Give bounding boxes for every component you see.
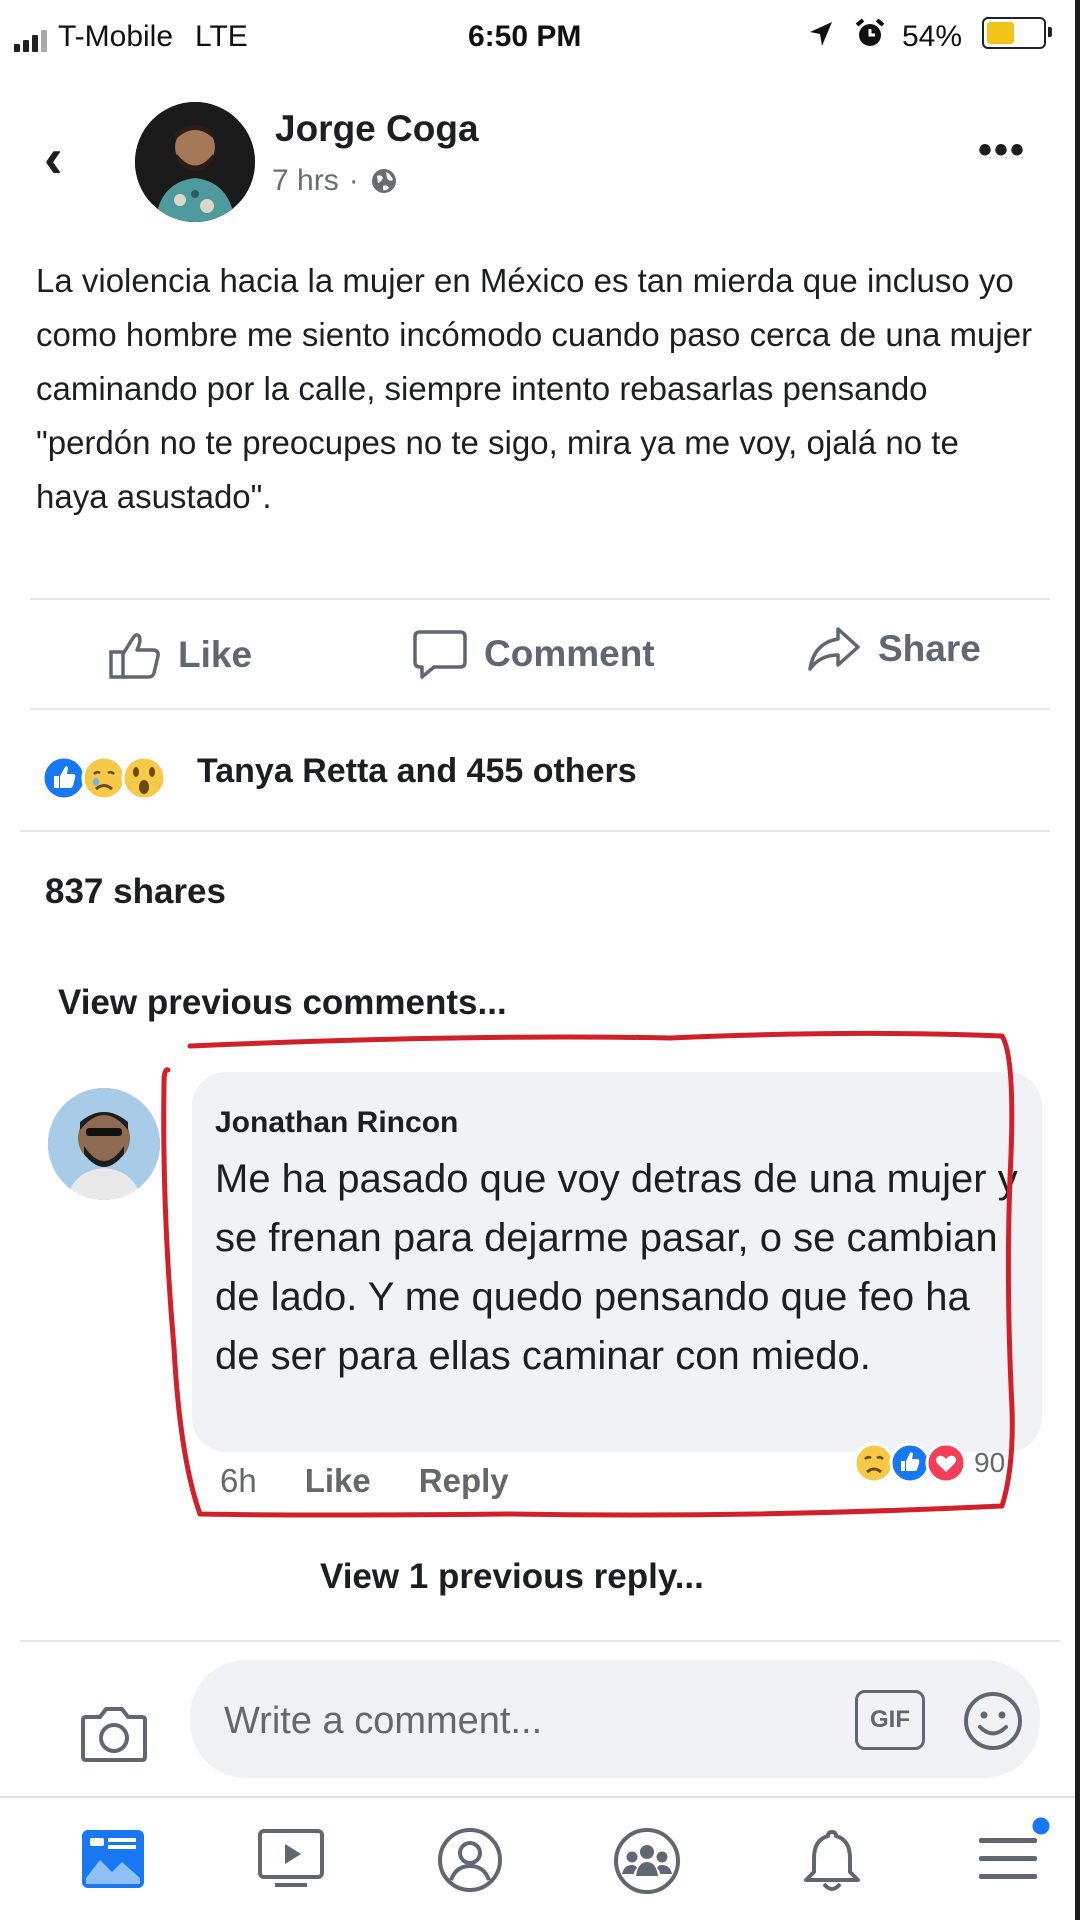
comment-input-placeholder[interactable]: Write a comment... xyxy=(224,1700,542,1743)
menu-icon[interactable] xyxy=(975,1812,1053,1892)
notifications-icon[interactable] xyxy=(800,1826,864,1896)
post-author-name[interactable]: Jorge Coga xyxy=(275,108,479,150)
divider xyxy=(20,830,1050,832)
share-button[interactable]: Share xyxy=(806,625,981,673)
battery-level xyxy=(987,22,1014,44)
reactions-summary[interactable] xyxy=(40,754,190,802)
divider xyxy=(30,598,1050,600)
sad-reaction-icon xyxy=(81,755,127,801)
view-previous-reply-link[interactable]: View 1 previous reply... xyxy=(320,1557,704,1597)
alarm-icon xyxy=(855,18,885,46)
battery-percent: 54% xyxy=(902,20,963,53)
like-reaction-icon xyxy=(41,755,87,801)
reaction-icons xyxy=(41,755,167,801)
profile-icon[interactable] xyxy=(436,1826,504,1894)
back-button[interactable]: ‹ xyxy=(44,130,63,186)
notification-dot xyxy=(1029,1814,1053,1838)
view-previous-comments-link[interactable]: View previous comments... xyxy=(58,983,507,1023)
bottom-tab-bar xyxy=(0,1796,1075,1920)
location-arrow-icon xyxy=(810,22,832,46)
more-options-icon[interactable]: ••• xyxy=(978,128,1026,173)
post-time: 7 hrs xyxy=(272,164,339,197)
battery-icon xyxy=(982,17,1052,49)
shares-count[interactable]: 837 shares xyxy=(45,872,226,912)
watch-icon[interactable] xyxy=(255,1826,327,1890)
carrier-label: T-Mobile xyxy=(58,20,174,53)
news-feed-icon[interactable] xyxy=(80,1826,146,1890)
gif-button[interactable]: GIF xyxy=(855,1690,925,1750)
comment-label: Comment xyxy=(484,633,655,674)
post-body-text: La violencia hacia la mujer en México es… xyxy=(36,262,1033,515)
share-label: Share xyxy=(878,628,981,669)
comment-button[interactable]: Comment xyxy=(412,628,655,680)
divider xyxy=(20,1640,1060,1642)
camera-icon[interactable] xyxy=(80,1703,148,1763)
signal-icon xyxy=(14,30,47,52)
network-label: LTE xyxy=(195,20,248,53)
facebook-post-screen: T-Mobile LTE 6:50 PM 54% ‹ Jorge Coga 7 … xyxy=(0,0,1075,1920)
comment-icon xyxy=(413,630,467,679)
divider xyxy=(30,708,1050,710)
meta-separator: · xyxy=(348,164,359,197)
share-icon xyxy=(808,627,860,671)
globe-icon xyxy=(371,169,396,193)
post-meta: 7 hrs · xyxy=(272,164,399,198)
status-bar: T-Mobile LTE 6:50 PM 54% xyxy=(0,0,1075,78)
clock: 6:50 PM xyxy=(468,20,582,53)
like-button[interactable]: Like xyxy=(108,630,252,680)
groups-icon[interactable] xyxy=(612,1826,682,1896)
commenter-avatar[interactable] xyxy=(48,1088,160,1200)
highlight-outline xyxy=(161,1030,1015,1518)
thumbs-up-icon xyxy=(109,633,160,679)
emoji-icon[interactable] xyxy=(962,1690,1024,1752)
author-avatar[interactable] xyxy=(135,102,255,222)
like-label: Like xyxy=(178,634,253,675)
reactions-label[interactable]: Tanya Retta and 455 others xyxy=(197,752,637,791)
wow-reaction-icon xyxy=(121,755,167,801)
